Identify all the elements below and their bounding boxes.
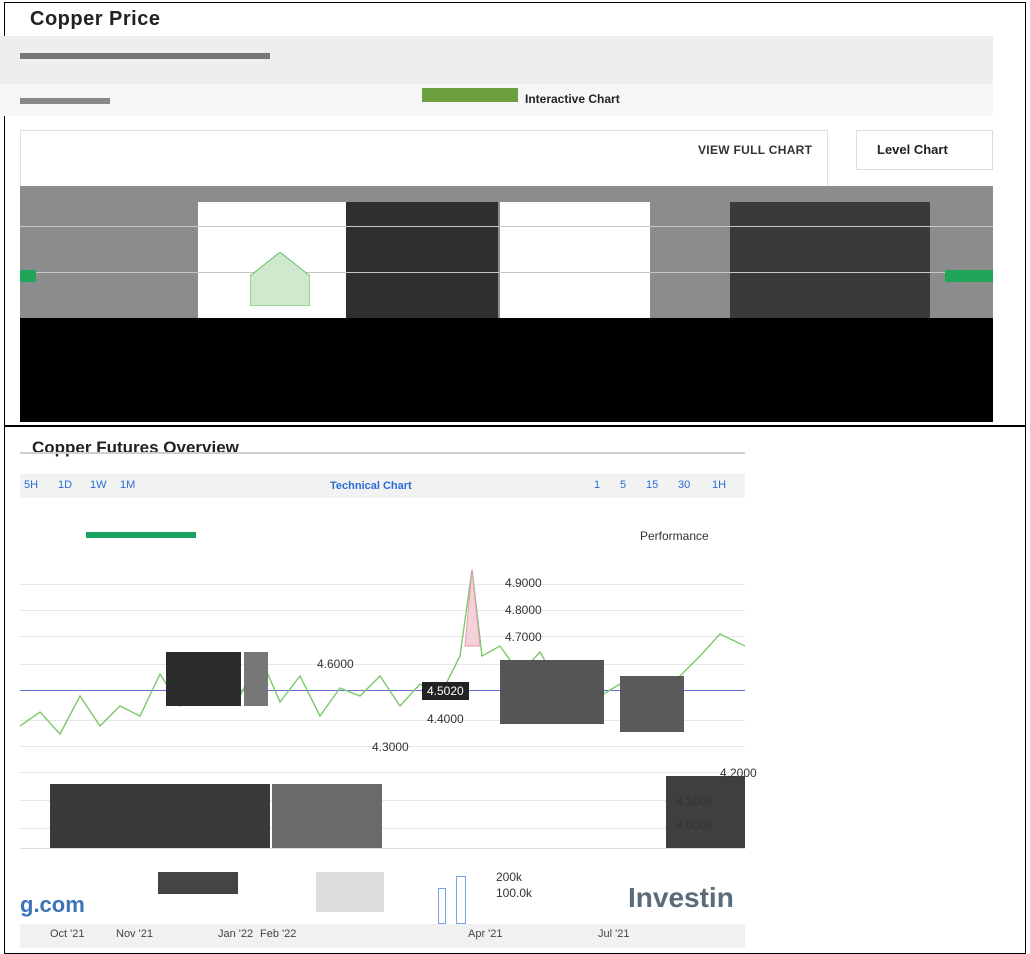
price-label-4.4: 4.4000 xyxy=(427,712,464,726)
investing-logo-right: Investin xyxy=(628,882,734,913)
price-label-4.1: 4.1000 xyxy=(676,794,713,808)
timeframe-1w[interactable]: 1W xyxy=(90,479,107,491)
breadcrumb xyxy=(20,96,110,107)
price-label-4.6: 4.6000 xyxy=(317,657,354,671)
volume-label-100k: 100.0k xyxy=(496,886,533,900)
volume-label-200k: 200k xyxy=(496,870,523,884)
price-label-4.7: 4.7000 xyxy=(505,630,542,644)
intraday-15[interactable]: 15 xyxy=(646,479,658,491)
top-mountain-icon xyxy=(250,252,310,306)
intraday-30[interactable]: 30 xyxy=(678,479,690,491)
x-tick: Apr '21 xyxy=(468,928,503,940)
level-chart-title: Level Chart xyxy=(877,142,948,157)
price-label-4.8: 4.8000 xyxy=(505,603,542,617)
intraday-1h[interactable]: 1H xyxy=(712,479,726,491)
technical-chart-link[interactable]: Technical Chart xyxy=(330,480,412,492)
section-divider xyxy=(20,452,745,454)
price-label-4.2: 4.2000 xyxy=(720,766,757,780)
intraday-1[interactable]: 1 xyxy=(594,479,600,491)
price-label-4.0: 4.0000 xyxy=(676,818,713,832)
timeframe-1d[interactable]: 1D xyxy=(58,479,72,491)
x-tick: Jan '22 xyxy=(218,928,254,940)
volume-chart: 200k 100.0k g.com Investin Oct '21 Nov '… xyxy=(20,848,745,948)
section-title: Copper Futures Overview xyxy=(32,438,239,457)
x-tick: Jul '21 xyxy=(598,928,630,940)
page-title: Copper Price xyxy=(30,8,161,30)
tab-overview[interactable] xyxy=(422,88,518,102)
top-chart-footer xyxy=(20,318,993,422)
price-change xyxy=(86,529,196,541)
price-label-4.9: 4.9000 xyxy=(505,576,542,590)
top-chart-area xyxy=(20,186,993,318)
timeframe-5h[interactable]: 5H xyxy=(24,479,38,491)
intraday-5[interactable]: 5 xyxy=(620,479,626,491)
price-chart: 4.9000 4.8000 4.7000 4.6000 4.5020 4.400… xyxy=(20,556,757,848)
current-price-tag: 4.5020 xyxy=(422,682,469,700)
x-tick: Feb '22 xyxy=(260,928,297,940)
performance-link[interactable]: Performance xyxy=(640,529,709,543)
x-tick: Oct '21 xyxy=(50,928,85,940)
x-tick: Nov '21 xyxy=(116,928,153,940)
tab-interactive-chart[interactable]: Interactive Chart xyxy=(525,92,620,106)
investing-logo-left: g.com xyxy=(20,892,85,917)
price-label-4.3: 4.3000 xyxy=(372,740,409,754)
timeframe-1m[interactable]: 1M xyxy=(120,479,135,491)
view-full-chart-link[interactable]: VIEW FULL CHART xyxy=(698,143,812,157)
subnav-text xyxy=(20,48,270,62)
